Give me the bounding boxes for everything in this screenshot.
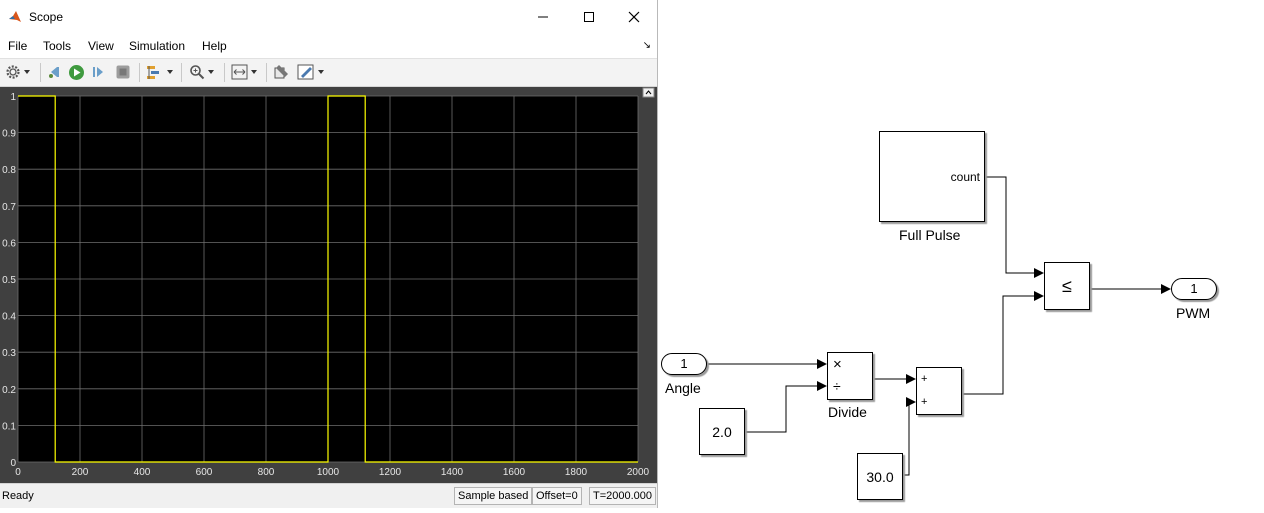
- step-back-icon: [49, 67, 59, 78]
- run-button[interactable]: [68, 63, 85, 81]
- x-tick-label: 1000: [317, 467, 340, 478]
- y-tick-label: 0.3: [2, 348, 16, 359]
- signal-lines: [707, 176, 1171, 476]
- divide-block[interactable]: × ÷: [827, 352, 873, 400]
- maximize-icon: [584, 12, 594, 22]
- window-title: Scope: [29, 10, 64, 24]
- scope-display: 0 200 400 600 800 1000 1200 1400 1600 1800 2000 0 0.…: [0, 87, 657, 483]
- caret-down-icon: [167, 70, 173, 74]
- matlab-icon: [9, 11, 21, 22]
- line-sum-to-compare[interactable]: [962, 291, 1044, 395]
- constant-30-block[interactable]: 30.0: [857, 453, 903, 500]
- angle-label: Angle: [665, 380, 701, 396]
- sum-block[interactable]: + +: [916, 367, 962, 415]
- settings-button[interactable]: [5, 63, 30, 81]
- x-tick-label: 800: [258, 467, 275, 478]
- configure-properties-button[interactable]: [273, 63, 290, 81]
- count-port-label: count: [950, 170, 980, 184]
- y-tick-label: 1: [10, 92, 16, 103]
- legend-style-button[interactable]: [297, 63, 324, 81]
- undock-icon[interactable]: [642, 87, 655, 98]
- maximize-button[interactable]: [566, 4, 612, 30]
- status-offset: Offset=0: [532, 487, 582, 505]
- compare-block[interactable]: ≤: [1044, 262, 1090, 310]
- stop-icon: [116, 65, 130, 79]
- menu-bar: File Tools View Simulation Help ↘: [0, 34, 657, 58]
- plus-sign-1: +: [921, 373, 928, 385]
- y-tick-label: 0.5: [2, 275, 16, 286]
- title-bar: Scope: [0, 0, 657, 34]
- autoscale-icon: [231, 64, 248, 80]
- toolbar: [0, 58, 657, 87]
- y-tick-label: 0.7: [2, 202, 16, 213]
- y-tick-label: 0.4: [2, 312, 16, 323]
- multiply-sign: ×: [833, 356, 842, 373]
- divide-label: Divide: [828, 404, 867, 420]
- angle-inport[interactable]: 1: [661, 353, 707, 375]
- gear-icon: [6, 65, 20, 79]
- pwm-outport[interactable]: 1: [1171, 278, 1217, 300]
- status-ready: Ready: [2, 490, 34, 502]
- minimize-icon: [538, 16, 548, 18]
- highlight-icon: [147, 66, 159, 79]
- configure-icon: [274, 65, 288, 79]
- highlight-button[interactable]: [146, 63, 173, 81]
- y-tick-label: 0.2: [2, 385, 16, 396]
- caret-down-icon: [318, 70, 324, 74]
- menu-help[interactable]: Help: [202, 39, 227, 53]
- close-icon: [628, 11, 640, 23]
- menu-file[interactable]: File: [8, 39, 27, 53]
- zoom-icon: [190, 65, 205, 80]
- run-icon: [69, 64, 84, 80]
- minimize-button[interactable]: [520, 4, 566, 30]
- scope-window: Scope File Tools View Simulation Help ↘: [0, 0, 658, 508]
- legend-icon: [297, 64, 314, 80]
- stop-button[interactable]: [115, 63, 131, 81]
- zoom-button[interactable]: [189, 63, 214, 81]
- step-back-button[interactable]: [47, 63, 63, 81]
- x-tick-label: 600: [196, 467, 213, 478]
- step-forward-button[interactable]: [91, 63, 107, 81]
- x-tick-label: 200: [72, 467, 89, 478]
- simulink-canvas: count Full Pulse ≤ 1 PWM 1 Angle × ÷ Div…: [657, 0, 1264, 513]
- menu-tools[interactable]: Tools: [43, 39, 71, 53]
- full-pulse-label: Full Pulse: [899, 227, 961, 243]
- x-tick-label: 1800: [565, 467, 588, 478]
- status-time: T=2000.000: [589, 487, 657, 505]
- autoscale-button[interactable]: [231, 63, 257, 81]
- menu-simulation[interactable]: Simulation: [129, 39, 185, 53]
- step-forward-icon: [93, 67, 103, 77]
- y-tick-label: 0.6: [2, 238, 16, 249]
- status-bar: Ready Sample based Offset=0 T=2000.000: [0, 483, 657, 508]
- caret-down-icon: [251, 70, 257, 74]
- collapse-arrow-icon[interactable]: ↘: [643, 40, 651, 51]
- constant-2-block[interactable]: 2.0: [699, 408, 745, 455]
- divide-sign: ÷: [833, 378, 841, 394]
- x-tick-label: 2000: [627, 467, 650, 478]
- caret-down-icon: [208, 70, 214, 74]
- menu-view[interactable]: View: [88, 39, 114, 53]
- y-tick-label: 0: [10, 458, 16, 469]
- status-sample-mode: Sample based: [454, 487, 533, 505]
- full-pulse-block[interactable]: count: [879, 131, 985, 222]
- x-tick-label: 1600: [503, 467, 526, 478]
- line-count-to-compare[interactable]: [985, 176, 1044, 278]
- close-button[interactable]: [611, 4, 657, 30]
- plus-sign-2: +: [921, 396, 928, 408]
- scope-axes: 0 200 400 600 800 1000 1200 1400 1600 1800 2000 0 0.…: [2, 87, 655, 478]
- y-tick-label: 0.8: [2, 165, 16, 176]
- y-tick-label: 0.9: [2, 129, 16, 140]
- x-tick-label: 400: [134, 467, 151, 478]
- x-tick-label: 0: [15, 467, 21, 478]
- line-const2-to-divide[interactable]: [745, 381, 827, 433]
- line-const30-to-sum[interactable]: [903, 397, 916, 476]
- pwm-label: PWM: [1176, 305, 1211, 321]
- x-tick-label: 1400: [441, 467, 464, 478]
- y-tick-label: 0.1: [2, 421, 16, 432]
- x-tick-label: 1200: [379, 467, 402, 478]
- caret-down-icon: [24, 70, 30, 74]
